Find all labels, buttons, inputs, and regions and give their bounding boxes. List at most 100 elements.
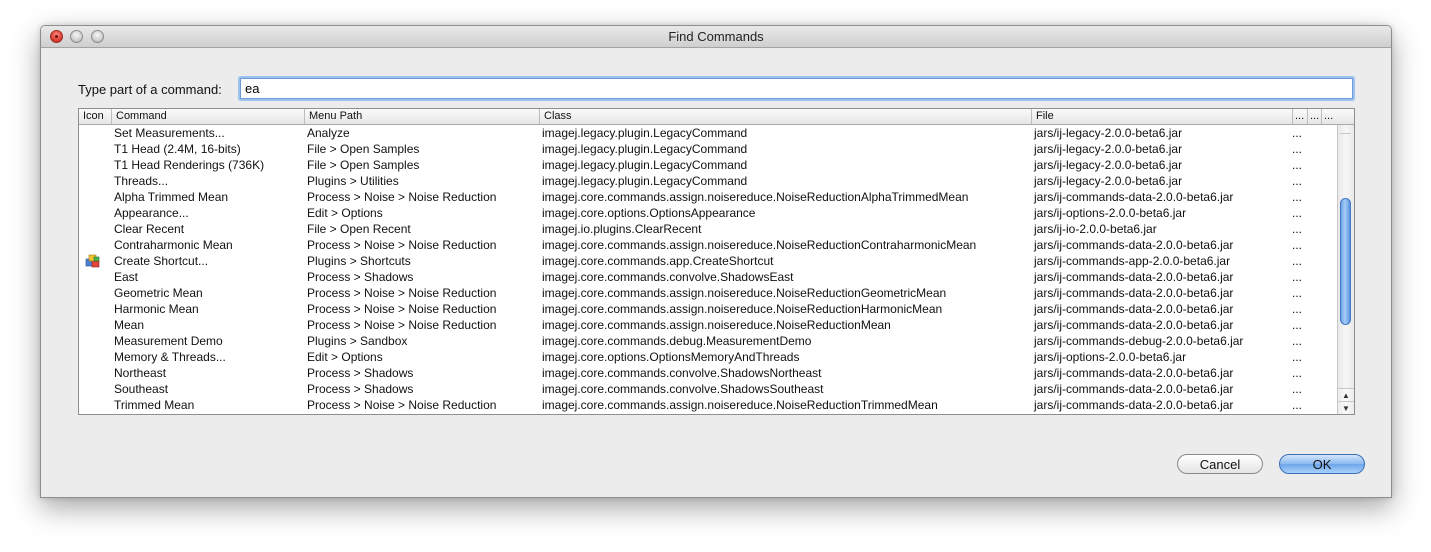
header-extra-3[interactable]: ...: [1322, 109, 1354, 124]
row-file: jars/ij-commands-data-2.0.0-beta6.jar: [1034, 382, 1234, 396]
table-row[interactable]: Southeast Process > Shadows imagej.core.co…: [79, 381, 1337, 397]
row-file: jars/ij-legacy-2.0.0-beta6.jar: [1034, 158, 1183, 172]
table-row[interactable]: Appearance... Edit > Options imagej.core.o…: [79, 205, 1337, 221]
row-class: imagej.core.commands.convolve.ShadowsSou…: [542, 382, 824, 396]
row-menu-path: Process > Shadows: [307, 366, 414, 380]
row-file: jars/ij-commands-data-2.0.0-beta6.jar: [1034, 286, 1234, 300]
row-class: imagej.core.commands.debug.MeasurementDe…: [542, 334, 812, 348]
header-menu-path[interactable]: Menu Path: [305, 109, 540, 124]
row-command: Create Shortcut...: [114, 254, 209, 268]
table-body: Set Measurements... Analyze imagej.legacy.…: [79, 125, 1337, 413]
row-menu-path: Process > Noise > Noise Reduction: [307, 286, 497, 300]
table-row[interactable]: T1 Head (2.4M, 16-bits) File > Open Sampl…: [79, 141, 1337, 157]
row-menu-path: Process > Shadows: [307, 382, 414, 396]
row-file: jars/ij-io-2.0.0-beta6.jar: [1034, 222, 1157, 236]
row-extra: ...: [1292, 174, 1303, 188]
row-class: imagej.core.commands.assign.noisereduce.…: [542, 238, 977, 252]
row-icon-cell: [79, 381, 111, 397]
header-command[interactable]: Command: [112, 109, 305, 124]
row-icon-cell: [79, 205, 111, 221]
row-class: imagej.core.commands.assign.noisereduce.…: [542, 302, 943, 316]
header-file[interactable]: File: [1032, 109, 1293, 124]
row-menu-path: Process > Noise > Noise Reduction: [307, 318, 497, 332]
table-row[interactable]: Clear Recent File > Open Recent imagej.io.…: [79, 221, 1337, 237]
table-row[interactable]: Measurement Demo Plugins > Sandbox imagej.…: [79, 333, 1337, 349]
table-row[interactable]: East Process > Shadows imagej.core.command…: [79, 269, 1337, 285]
scroll-up-arrow-icon[interactable]: ▲: [1338, 388, 1354, 402]
table-row[interactable]: Contraharmonic Mean Process > Noise > Noi…: [79, 237, 1337, 253]
row-class: imagej.core.commands.assign.noisereduce.…: [542, 190, 969, 204]
ok-button[interactable]: OK: [1279, 454, 1365, 474]
cancel-button[interactable]: Cancel: [1177, 454, 1263, 474]
scroll-down-arrow-icon[interactable]: ▼: [1338, 401, 1354, 414]
row-class: imagej.core.options.OptionsMemoryAndThre…: [542, 350, 800, 364]
row-command: Trimmed Mean: [114, 398, 195, 412]
row-file: jars/ij-commands-data-2.0.0-beta6.jar: [1034, 398, 1234, 412]
row-class: imagej.core.commands.assign.noisereduce.…: [542, 318, 891, 332]
row-file: jars/ij-legacy-2.0.0-beta6.jar: [1034, 142, 1183, 156]
table-row[interactable]: Alpha Trimmed Mean Process > Noise > Nois…: [79, 189, 1337, 205]
row-extra: ...: [1292, 142, 1303, 156]
row-menu-path: File > Open Samples: [307, 142, 420, 156]
table-row[interactable]: Northeast Process > Shadows imagej.core.co…: [79, 365, 1337, 381]
row-extra: ...: [1292, 350, 1303, 364]
row-menu-path: Process > Noise > Noise Reduction: [307, 238, 497, 252]
row-file: jars/ij-options-2.0.0-beta6.jar: [1034, 350, 1187, 364]
row-class: imagej.legacy.plugin.LegacyCommand: [542, 174, 748, 188]
row-menu-path: Process > Shadows: [307, 270, 414, 284]
table-row[interactable]: Trimmed Mean Process > Noise > Noise Redu…: [79, 397, 1337, 413]
row-icon-cell: [79, 333, 111, 349]
row-extra: ...: [1292, 318, 1303, 332]
table-row[interactable]: Threads... Plugins > Utilities imagej.lega…: [79, 173, 1337, 189]
table-row[interactable]: Create Shortcut... Plugins > Shortcuts ima…: [79, 253, 1337, 269]
table-row[interactable]: T1 Head Renderings (736K) File > Open Sam…: [79, 157, 1337, 173]
row-menu-path: Edit > Options: [307, 206, 383, 220]
row-class: imagej.core.commands.assign.noisereduce.…: [542, 398, 938, 412]
row-icon-cell: [79, 365, 111, 381]
table-row[interactable]: Memory & Threads... Edit > Options imagej.…: [79, 349, 1337, 365]
row-file: jars/ij-commands-app-2.0.0-beta6.jar: [1034, 254, 1231, 268]
row-file: jars/ij-commands-data-2.0.0-beta6.jar: [1034, 270, 1234, 284]
header-extra-2[interactable]: ...: [1308, 109, 1322, 124]
header-icon[interactable]: Icon: [79, 109, 112, 124]
table-header: Icon Command Menu Path Class File ... ..…: [79, 109, 1354, 125]
row-class: imagej.io.plugins.ClearRecent: [542, 222, 702, 236]
row-command: East: [114, 270, 139, 284]
row-class: imagej.legacy.plugin.LegacyCommand: [542, 126, 748, 140]
vertical-scrollbar[interactable]: ▲ ▼: [1337, 125, 1354, 414]
header-extra-1[interactable]: ...: [1293, 109, 1308, 124]
row-extra: ...: [1292, 302, 1303, 316]
row-file: jars/ij-commands-data-2.0.0-beta6.jar: [1034, 238, 1234, 252]
table-row[interactable]: Set Measurements... Analyze imagej.legacy.…: [79, 125, 1337, 141]
header-class[interactable]: Class: [540, 109, 1032, 124]
row-icon-cell: [79, 157, 111, 173]
scrollbar-thumb[interactable]: [1340, 197, 1351, 325]
row-icon-cell: [79, 269, 111, 285]
row-extra: ...: [1292, 286, 1303, 300]
row-command: Measurement Demo: [114, 334, 223, 348]
row-icon-cell: [79, 141, 111, 157]
row-extra: ...: [1292, 206, 1303, 220]
row-command: Clear Recent: [114, 222, 185, 236]
row-file: jars/ij-commands-data-2.0.0-beta6.jar: [1034, 190, 1234, 204]
row-command: T1 Head Renderings (736K): [114, 158, 265, 172]
window-title: Find Commands: [668, 29, 764, 44]
row-command: Northeast: [114, 366, 167, 380]
row-menu-path: Plugins > Utilities: [307, 174, 399, 188]
row-class: imagej.legacy.plugin.LegacyCommand: [542, 142, 748, 156]
row-command: Contraharmonic Mean: [114, 238, 233, 252]
scrollbar-cap: [1340, 125, 1351, 134]
table-row[interactable]: Geometric Mean Process > Noise > Noise Re…: [79, 285, 1337, 301]
shortcut-icon: [85, 254, 100, 268]
table-row[interactable]: Harmonic Mean Process > Noise > Noise Red…: [79, 301, 1337, 317]
row-command: Mean: [114, 318, 145, 332]
row-file: jars/ij-commands-data-2.0.0-beta6.jar: [1034, 366, 1234, 380]
row-icon-cell: [79, 285, 111, 301]
table-row[interactable]: Mean Process > Noise > Noise Reduction ima…: [79, 317, 1337, 333]
row-icon-cell: [79, 253, 111, 269]
row-icon-cell: [79, 397, 111, 413]
title-bar[interactable]: Find Commands: [41, 26, 1391, 48]
row-extra: ...: [1292, 222, 1303, 236]
search-input[interactable]: [240, 78, 1353, 99]
row-icon-cell: [79, 237, 111, 253]
